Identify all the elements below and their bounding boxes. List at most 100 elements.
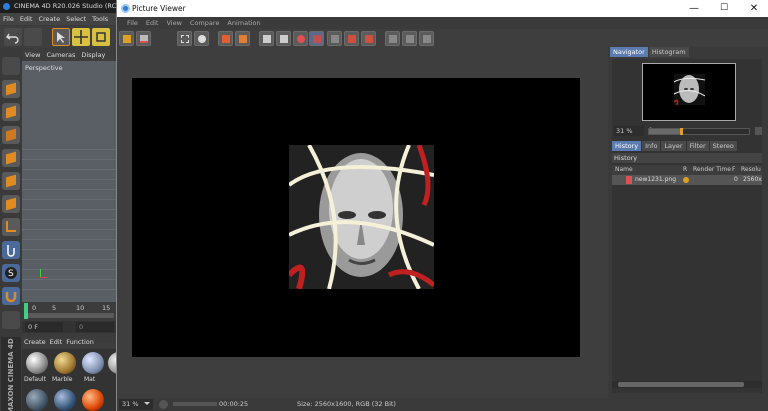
material-mat[interactable] <box>82 352 104 374</box>
channel-alpha-icon[interactable] <box>327 31 342 46</box>
minimize-button[interactable]: — <box>679 0 709 17</box>
pv-menu-file[interactable]: File <box>123 19 142 27</box>
stop-render-icon[interactable] <box>218 31 233 46</box>
material-menu-function[interactable]: Function <box>64 338 96 346</box>
zoom-slider-knob[interactable] <box>680 128 683 135</box>
column-r[interactable]: R <box>683 165 687 175</box>
play-button-icon[interactable] <box>159 400 168 409</box>
texture-mode-icon[interactable] <box>2 103 20 121</box>
redo-icon[interactable] <box>24 28 42 46</box>
c4d-menu-edit[interactable]: Edit <box>17 15 36 23</box>
material-extra[interactable] <box>108 352 116 374</box>
copy-render-icon[interactable] <box>235 31 250 46</box>
open-file-icon[interactable] <box>119 31 134 46</box>
compare-b-icon[interactable] <box>276 31 291 46</box>
material-extra[interactable] <box>82 389 104 411</box>
timeline-playhead[interactable] <box>24 303 28 319</box>
history-row[interactable]: new1231.png 0 2560x <box>612 175 762 185</box>
picture-viewer-statusbar: 31 % 00:00:25 Size: 2560x1600, RGB (32 B… <box>117 398 768 411</box>
polygons-mode-icon[interactable] <box>2 195 20 213</box>
channel-rgb-icon[interactable] <box>309 31 324 46</box>
picture-viewer-title: Picture Viewer <box>132 4 186 13</box>
axis-mode-icon[interactable] <box>2 218 20 236</box>
points-mode-icon[interactable] <box>2 149 20 167</box>
navigator-thumbnail[interactable] <box>642 63 736 121</box>
move-tool-icon[interactable] <box>72 28 90 46</box>
status-zoom-select[interactable]: 31 % <box>119 399 153 410</box>
compare-swap-icon[interactable] <box>293 31 308 46</box>
viewport-menu-display[interactable]: Display <box>78 51 108 59</box>
filter-3-icon[interactable] <box>419 31 434 46</box>
preview-frame-field[interactable]: 0 <box>76 322 114 332</box>
close-button[interactable]: ✕ <box>739 0 768 17</box>
picture-viewer-side-panel: NavigatorHistogram 31 % 1 <box>608 47 768 398</box>
tab-filter[interactable]: Filter <box>686 141 709 151</box>
magnet-icon[interactable] <box>2 287 20 305</box>
current-frame-field[interactable]: 0 F <box>25 322 63 332</box>
material-menu-edit[interactable]: Edit <box>48 338 65 346</box>
pv-menu-compare[interactable]: Compare <box>186 19 224 27</box>
select-tool-icon[interactable] <box>52 28 70 46</box>
c4d-menu-select[interactable]: Select <box>63 15 89 23</box>
history-horizontal-scrollbar[interactable] <box>612 381 762 388</box>
undo-icon[interactable] <box>4 28 22 46</box>
column-name[interactable]: Name <box>615 165 633 175</box>
c4d-toolbar <box>0 26 116 48</box>
filter-2-icon[interactable] <box>402 31 417 46</box>
column-render-time[interactable]: Render Time <box>693 165 731 175</box>
snap-icon[interactable]: S <box>2 264 20 282</box>
pv-menu-edit[interactable]: Edit <box>142 19 163 27</box>
picture-viewer-titlebar[interactable]: Picture Viewer — ☐ ✕ <box>117 0 768 17</box>
viewport-menu-view[interactable]: View <box>22 51 43 59</box>
edges-mode-icon[interactable] <box>2 172 20 190</box>
workplane-icon[interactable] <box>2 311 20 329</box>
column-f[interactable]: F <box>732 165 735 175</box>
navigator-zoom-slider[interactable] <box>648 128 750 135</box>
material-manager: Default Marble Mat <box>22 349 116 411</box>
tab-info[interactable]: Info <box>642 141 661 151</box>
maxon-brand-text: MAXON CINEMA 4D <box>7 338 15 411</box>
tab-histogram[interactable]: Histogram <box>648 47 689 57</box>
c4d-timeline[interactable]: 0 5 10 15 <box>22 302 116 320</box>
material-default[interactable] <box>26 352 48 374</box>
material-marble[interactable] <box>54 352 76 374</box>
tab-layer[interactable]: Layer <box>661 141 686 151</box>
c4d-menu-file[interactable]: File <box>0 15 17 23</box>
grid-mode-icon[interactable] <box>2 126 20 144</box>
maximize-button[interactable]: ☐ <box>709 0 739 17</box>
compare-a-icon[interactable] <box>259 31 274 46</box>
viewport-menu-cameras[interactable]: Cameras <box>43 51 78 59</box>
pv-menu-animation[interactable]: Animation <box>223 19 264 27</box>
tab-history[interactable]: History <box>612 141 642 151</box>
material-extra[interactable] <box>54 389 76 411</box>
tweak-mode-icon[interactable] <box>2 241 20 259</box>
history-title: History <box>612 153 762 163</box>
scrollbar-thumb[interactable] <box>618 382 744 387</box>
status-time: 00:00:25 <box>219 400 249 408</box>
tab-navigator[interactable]: Navigator <box>610 47 648 57</box>
channel-b-icon[interactable] <box>361 31 376 46</box>
c4d-menu-tools[interactable]: Tools <box>89 15 111 23</box>
navigator-zoom-stepper[interactable] <box>755 127 762 135</box>
c4d-menu-create[interactable]: Create <box>35 15 63 23</box>
history-panel: History Name R Render Time F Resolu new1… <box>612 153 762 393</box>
save-file-icon[interactable] <box>136 31 151 46</box>
column-resolution[interactable]: Resolu <box>741 165 761 175</box>
channel-a-icon[interactable] <box>344 31 359 46</box>
axis-x <box>40 277 48 278</box>
material-menubar: Create Edit Function <box>22 337 116 348</box>
render-canvas[interactable] <box>132 78 580 357</box>
material-menu-create[interactable]: Create <box>22 338 48 346</box>
render-view-icon[interactable] <box>194 31 209 46</box>
tab-stereo[interactable]: Stereo <box>709 141 737 151</box>
scale-tool-icon[interactable] <box>92 28 110 46</box>
model-mode-icon[interactable] <box>2 80 20 98</box>
filter-1-icon[interactable] <box>385 31 400 46</box>
material-extra[interactable] <box>26 389 48 411</box>
render-region-icon[interactable] <box>177 31 192 46</box>
c4d-viewport[interactable]: View Cameras Display Perspective <box>22 49 116 302</box>
pv-menu-view[interactable]: View <box>162 19 185 27</box>
mode-icon[interactable] <box>2 57 20 75</box>
navigator-zoom-field[interactable]: 31 % <box>614 126 644 136</box>
playback-progress[interactable] <box>173 402 217 406</box>
